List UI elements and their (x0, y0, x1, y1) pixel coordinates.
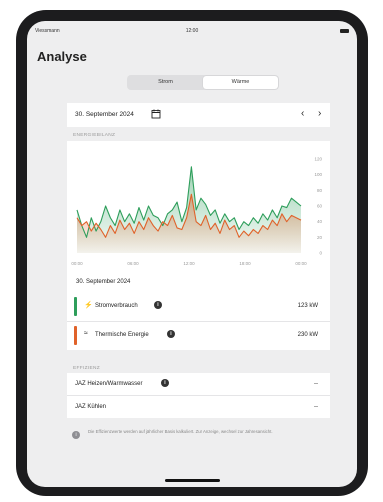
row-label: Stromverbrauch (95, 303, 138, 309)
tab-waerme[interactable]: Wärme (203, 76, 278, 89)
x-tick-label: 18:00 (239, 261, 251, 266)
efficiency-section-label: EFFIZIENZ (73, 366, 100, 371)
x-tick-label: 06:00 (127, 261, 139, 266)
home-indicator[interactable] (165, 479, 220, 482)
row-label: JAZ Heizen/Warmwasser (75, 381, 143, 387)
clock: 12:00 (185, 28, 199, 34)
info-icon: i (72, 431, 80, 439)
tab-strom[interactable]: Strom (128, 76, 203, 89)
status-bar: Viessmann 12:00 (27, 26, 357, 36)
chart-date-label: 30. September 2024 (76, 279, 131, 285)
info-icon[interactable]: i (161, 379, 169, 387)
row-jaz-heizen[interactable]: JAZ Heizen/Warmwasser i -- (67, 373, 330, 395)
energy-section-label: ENERGIEBILANZ (73, 133, 116, 138)
x-tick-label: 12:00 (183, 261, 195, 266)
date-label[interactable]: 30. September 2024 (75, 111, 134, 118)
row-label: Thermische Energie (95, 332, 149, 338)
row-thermische-energie[interactable]: ≈ Thermische Energie i 230 kW (67, 322, 330, 350)
row-value: -- (314, 381, 318, 387)
date-picker: 30. September 2024 ‹ › (67, 103, 330, 127)
row-label: JAZ Kühlen (75, 404, 107, 410)
color-indicator (74, 326, 77, 345)
info-icon[interactable]: i (167, 330, 175, 338)
row-jaz-kuehlen[interactable]: JAZ Kühlen -- (67, 396, 330, 418)
chevron-right-icon[interactable]: › (318, 108, 321, 119)
y-tick-label: 80 (317, 188, 323, 193)
x-tick-label: 00:00 (295, 261, 307, 266)
x-tick-label: 00:00 (71, 261, 83, 266)
row-stromverbrauch[interactable]: ⚡ Stromverbrauch i 123 kW (67, 293, 330, 321)
segmented-control: Strom Wärme (127, 75, 279, 90)
heat-waves-icon: ≈ (84, 330, 88, 337)
y-tick-label: 0 (319, 251, 322, 256)
row-value: -- (314, 404, 318, 410)
lightning-icon: ⚡ (84, 302, 93, 309)
color-indicator (74, 297, 77, 316)
y-tick-label: 120 (314, 157, 322, 162)
energy-chart: 0 20 40 60 80 100 120 00:00 06:00 12:00 18:00 00:00 (71, 157, 323, 267)
app-screen: Viessmann 12:00 Analyse Strom Wärme 30. … (27, 21, 357, 487)
calendar-icon[interactable] (151, 109, 161, 119)
energy-chart-card: 0 20 40 60 80 100 120 00:00 06:00 12:00 18:00 00:00… (67, 141, 330, 293)
info-icon[interactable]: i (154, 301, 162, 309)
battery-icon (340, 29, 349, 33)
y-tick-label: 60 (317, 204, 323, 209)
efficiency-note: Die Effizienzwerte werden auf jährlicher… (88, 429, 273, 434)
page-title: Analyse (37, 49, 87, 64)
y-tick-label: 40 (317, 219, 323, 224)
y-tick-label: 20 (317, 235, 323, 240)
chevron-left-icon[interactable]: ‹ (301, 108, 304, 119)
row-value: 230 kW (297, 332, 318, 338)
row-value: 123 kW (297, 303, 318, 309)
y-tick-label: 100 (314, 172, 322, 177)
